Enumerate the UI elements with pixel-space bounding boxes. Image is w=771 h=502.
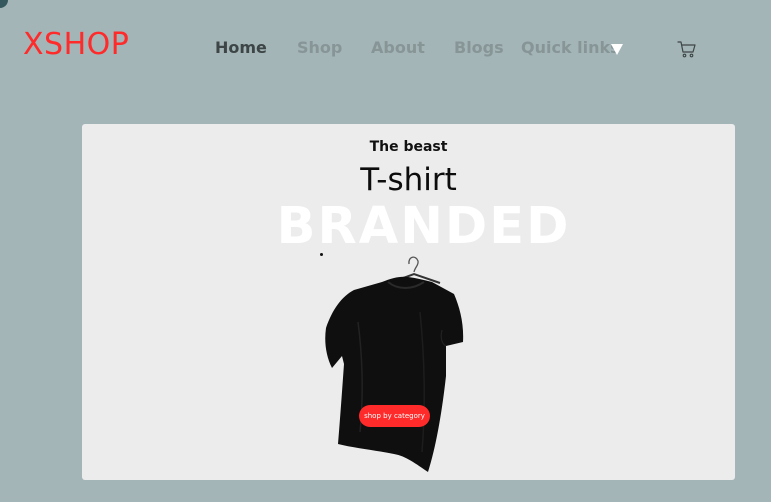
nav-about[interactable]: About [371, 38, 425, 58]
nav-shop[interactable]: Shop [297, 38, 342, 58]
shop-by-category-button[interactable]: shop by category [359, 405, 430, 427]
hero-overlay-text: BRANDED [276, 197, 571, 256]
caret-down-icon[interactable] [611, 44, 623, 55]
hero-subtitle: The beast [369, 139, 448, 155]
tshirt-image [325, 256, 464, 472]
corner-accent [0, 0, 8, 8]
page: XSHOP Home Shop About Blogs Quick links … [0, 0, 771, 502]
hero-title: T-shirt [360, 162, 457, 198]
brand-logo[interactable]: XSHOP [23, 28, 129, 62]
nav-blogs[interactable]: Blogs [454, 38, 504, 58]
nav-home[interactable]: Home [215, 38, 267, 58]
cart-icon[interactable] [677, 39, 697, 59]
nav-quick-links[interactable]: Quick links [521, 38, 620, 58]
hero-banner: The beast T-shirt BRANDED shop by catego… [82, 124, 735, 480]
